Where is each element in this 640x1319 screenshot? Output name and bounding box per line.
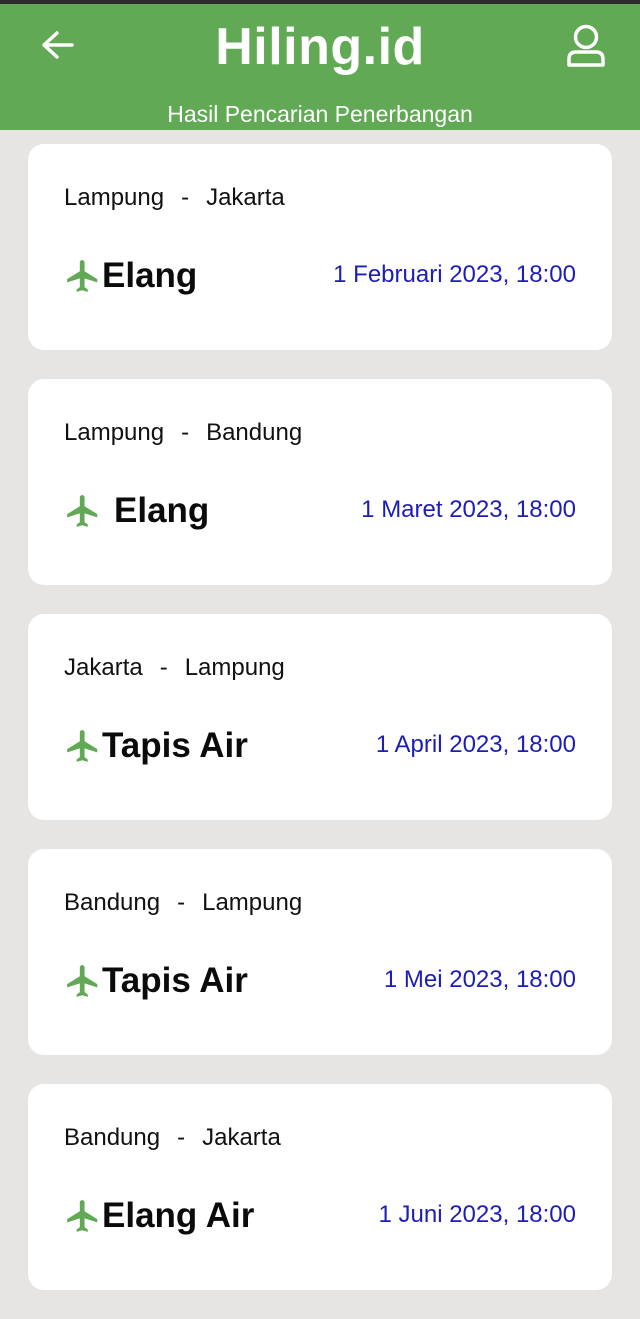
airline-row: Tapis Air <box>64 959 248 1003</box>
airline-row: Elang <box>64 489 209 533</box>
flight-card[interactable]: Bandung - Jakarta Elang Air 1 Juni 2023, 1… <box>28 1084 612 1290</box>
route-separator: - <box>181 184 190 211</box>
route-origin: Bandung <box>64 889 161 916</box>
airline-row: Tapis Air <box>64 724 248 768</box>
flight-card[interactable]: Bandung - Lampung Tapis Air 1 Mei 2023, 18… <box>28 849 612 1055</box>
flight-datetime: 1 Maret 2023, 18:00 <box>361 496 576 523</box>
page-subtitle: Hasil Pencarian Penerbangan <box>167 101 473 127</box>
route-destination: Bandung <box>206 419 303 446</box>
route-separator: - <box>177 889 186 916</box>
flight-card[interactable]: Jakarta - Lampung Tapis Air 1 April 2023, … <box>28 614 612 820</box>
app-title: Hiling.id <box>215 18 425 76</box>
airline-name: Elang <box>114 491 210 530</box>
airline-name: Tapis Air <box>102 726 248 765</box>
flight-datetime: 1 Mei 2023, 18:00 <box>383 966 576 993</box>
route-origin: Jakarta <box>64 654 143 681</box>
airplane-icon <box>67 260 98 292</box>
profile-button[interactable] <box>562 20 610 72</box>
flight-datetime: 1 April 2023, 18:00 <box>375 731 576 758</box>
flight-result-list: Lampung - Jakarta Elang 1 Februari 2023, 1… <box>28 144 612 1319</box>
route-separator: - <box>181 419 190 446</box>
airline-name: Elang <box>102 256 198 295</box>
flight-route: Bandung - Jakarta <box>64 1124 281 1152</box>
route-destination: Jakarta <box>202 1124 281 1151</box>
flight-route: Jakarta - Lampung <box>64 654 285 682</box>
flight-card[interactable]: Lampung - Bandung Elang 1 Maret 2023, 18:0… <box>28 379 612 585</box>
flight-datetime: 1 Februari 2023, 18:00 <box>333 261 576 288</box>
airplane-icon <box>67 730 98 762</box>
route-separator: - <box>177 1124 186 1151</box>
airplane-icon <box>67 965 98 997</box>
route-origin: Lampung <box>64 419 165 446</box>
airline-row: Elang <box>64 254 197 298</box>
route-origin: Lampung <box>64 184 165 211</box>
route-separator: - <box>159 654 168 681</box>
route-destination: Jakarta <box>206 184 285 211</box>
airline-name: Elang Air <box>102 1196 255 1235</box>
app-header: Hiling.id Hasil Pencarian Penerbangan <box>0 4 640 130</box>
flight-card[interactable]: Lampung - Jakarta Elang 1 Februari 2023, 1… <box>28 144 612 350</box>
flight-route: Lampung - Jakarta <box>64 184 285 212</box>
route-destination: Lampung <box>202 889 303 916</box>
airplane-icon <box>67 495 98 527</box>
airline-name: Tapis Air <box>102 961 248 1000</box>
flight-datetime: 1 Juni 2023, 18:00 <box>378 1201 577 1228</box>
user-icon <box>567 24 605 67</box>
airplane-icon <box>67 1200 98 1232</box>
route-destination: Lampung <box>184 654 285 681</box>
flight-route: Bandung - Lampung <box>64 889 302 917</box>
airline-row: Elang Air <box>64 1194 254 1238</box>
route-origin: Bandung <box>64 1124 161 1151</box>
flight-route: Lampung - Bandung <box>64 419 302 447</box>
